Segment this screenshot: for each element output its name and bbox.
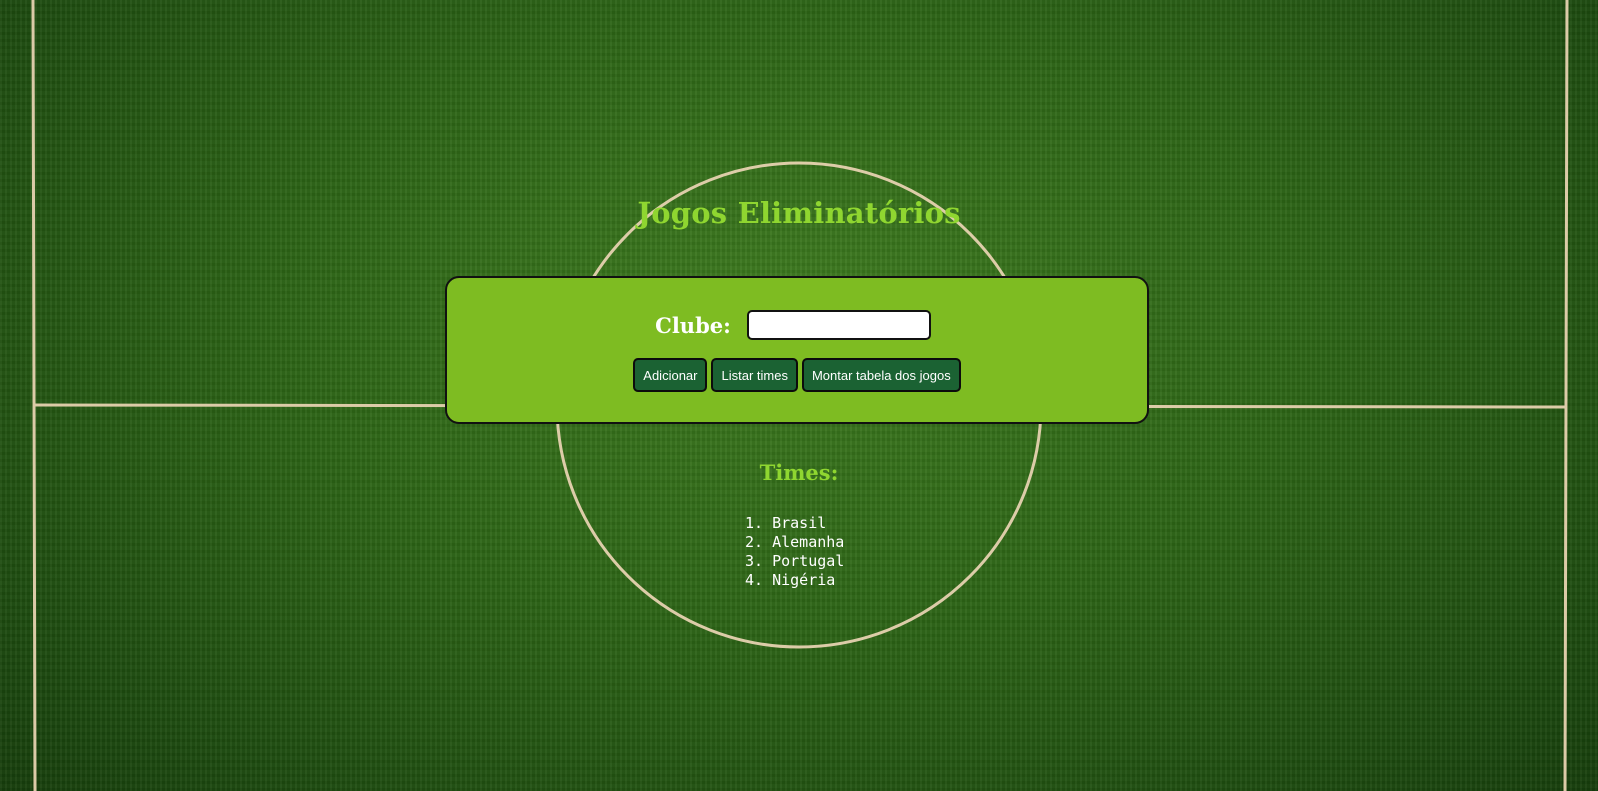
list-item: 3. Portugal [745, 552, 844, 571]
list-item-name: Portugal [772, 552, 845, 570]
club-input-row: Clube: [447, 310, 1147, 340]
action-buttons: Adicionar Listar times Montar tabela dos… [447, 358, 1147, 392]
list-item-name: Brasil [772, 514, 827, 532]
right-touchline [1563, 0, 1569, 791]
list-item: 4. Nigéria [745, 571, 844, 590]
add-button[interactable]: Adicionar [633, 358, 708, 392]
list-item-number: 3. [745, 552, 764, 570]
list-item-name: Nigéria [772, 571, 836, 589]
list-item-number: 1. [745, 514, 764, 532]
list-item: 2. Alemanha [745, 533, 844, 552]
teams-title: Times: [759, 460, 839, 485]
club-form-panel: Clube: Adicionar Listar times Montar tab… [445, 276, 1149, 424]
list-item-number: 2. [745, 533, 764, 551]
list-teams-button[interactable]: Listar times [711, 358, 798, 392]
list-item-number: 4. [745, 571, 764, 589]
left-touchline [31, 0, 37, 791]
club-label: Clube: [655, 312, 731, 338]
page-title: Jogos Eliminatórios [637, 196, 961, 230]
teams-list: 1. Brasil 2. Alemanha 3. Portugal 4. Nig… [745, 514, 844, 590]
list-item-name: Alemanha [772, 533, 845, 551]
club-input[interactable] [746, 310, 931, 340]
list-item: 1. Brasil [745, 514, 844, 533]
build-schedule-button[interactable]: Montar tabela dos jogos [801, 358, 961, 392]
